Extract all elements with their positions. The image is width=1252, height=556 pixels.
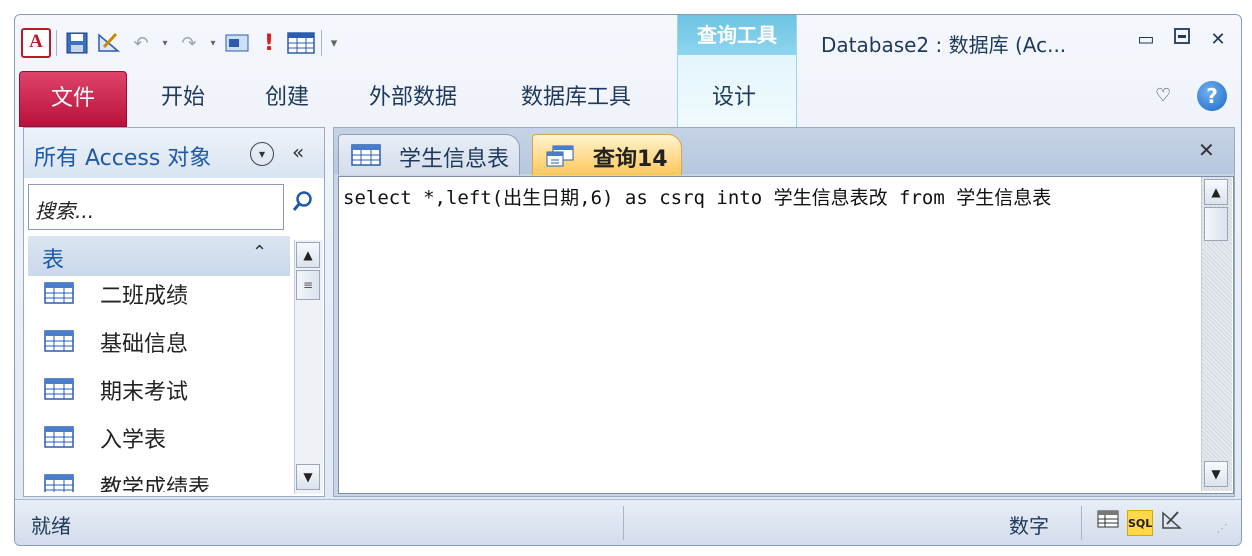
search-icon[interactable] — [286, 184, 320, 228]
help-icon[interactable]: ? — [1197, 81, 1227, 111]
sql-text[interactable]: select *,left(出生日期,6) as csrq into 学生信息表… — [343, 183, 1051, 210]
ribbon-tabs: 文件 开始 创建 外部数据 数据库工具 设计 ♡ ? — [15, 71, 1241, 127]
access-window: A ↶ ▾ ↷ ▾ ! ▾ 查询工具 Database2: 数据库 (Ac..… — [14, 14, 1242, 546]
tab-home[interactable]: 开始 — [161, 71, 205, 125]
scroll-thumb[interactable] — [1204, 207, 1228, 241]
document-area: 学生信息表 查询14 ✕ select *,left(出生日期,6) as cs… — [333, 127, 1235, 497]
tab-design[interactable]: 设计 — [712, 71, 756, 125]
nav-item-table[interactable]: 二班成绩 — [28, 276, 290, 320]
sql-editor[interactable]: select *,left(出生日期,6) as csrq into 学生信息表… — [338, 176, 1234, 494]
tab-external-data[interactable]: 外部数据 — [369, 71, 457, 125]
undo-dropdown-icon[interactable]: ▾ — [158, 38, 172, 49]
table-icon[interactable] — [286, 28, 316, 58]
redo-icon[interactable]: ↷ — [174, 28, 204, 58]
nav-search-input[interactable]: 搜索... — [28, 184, 284, 230]
query-icon — [546, 145, 574, 167]
table-icon — [44, 378, 74, 400]
group-collapse-icon[interactable]: ⌃ — [252, 242, 267, 263]
nav-item-label: 二班成绩 — [100, 284, 189, 309]
doc-tab-label: 学生信息表 — [399, 147, 510, 172]
datasheet-view-icon[interactable] — [1095, 510, 1121, 536]
navigation-pane: 所有 Access 对象 ▾ « 搜索... 表 ⌃ 二班成绩 基础信息 期末考… — [23, 127, 325, 497]
customize-icon[interactable]: ▾ — [327, 36, 341, 51]
editor-scrollbar[interactable]: ▲ ▼ — [1201, 177, 1232, 491]
close-document-icon[interactable]: ✕ — [1198, 138, 1215, 162]
title-bar: A ↶ ▾ ↷ ▾ ! ▾ 查询工具 Database2: 数据库 (Ac..… — [15, 15, 1241, 127]
nav-item-label: 入学表 — [100, 428, 167, 453]
nav-pane-title: 所有 Access 对象 — [34, 146, 212, 171]
close-button[interactable]: ✕ — [1205, 27, 1231, 53]
save-icon[interactable] — [62, 28, 92, 58]
nav-item-table[interactable]: 入学表 — [28, 420, 290, 464]
design-icon[interactable] — [94, 28, 124, 58]
nav-item-label: 期末考试 — [100, 380, 189, 405]
redo-dropdown-icon[interactable]: ▾ — [206, 38, 220, 49]
run-icon[interactable]: ! — [254, 28, 284, 58]
view-icon[interactable] — [222, 28, 252, 58]
scroll-thumb[interactable]: ≡ — [296, 270, 320, 300]
doc-tab-label: 查询14 — [593, 147, 668, 172]
document-tabs: 学生信息表 查询14 ✕ — [334, 128, 1234, 175]
nav-item-label: 教学成绩表 — [100, 476, 211, 492]
tab-database-tools[interactable]: 数据库工具 — [521, 71, 631, 125]
minimize-button[interactable]: ▭ — [1133, 27, 1159, 53]
window-title: Database2 : 数据库 (Ac... — [821, 33, 1067, 57]
status-text: 就绪 — [31, 514, 71, 538]
doc-tab-table[interactable]: 学生信息表 — [338, 134, 520, 175]
nav-pane-header[interactable]: 所有 Access 对象 ▾ « — [24, 128, 324, 178]
num-lock-indicator: 数字 — [1009, 514, 1049, 538]
quick-access-toolbar: A ↶ ▾ ↷ ▾ ! ▾ — [21, 27, 341, 59]
scroll-up-icon[interactable]: ▲ — [296, 242, 320, 268]
nav-item-table[interactable]: 教学成绩表 — [28, 468, 290, 492]
table-icon — [44, 474, 74, 492]
tab-create[interactable]: 创建 — [265, 71, 309, 125]
nav-group-label: 表 — [42, 248, 65, 273]
table-icon — [44, 282, 74, 304]
sql-view-button[interactable]: SQL — [1127, 510, 1153, 536]
nav-item-table[interactable]: 期末考试 — [28, 372, 290, 416]
nav-item-label: 基础信息 — [100, 332, 189, 357]
scroll-down-icon[interactable]: ▼ — [296, 464, 320, 490]
doc-tab-query[interactable]: 查询14 — [532, 134, 682, 175]
tab-file[interactable]: 文件 — [19, 71, 127, 127]
status-bar: 就绪 数字 SQL ⋰ — [15, 499, 1241, 545]
undo-icon[interactable]: ↶ — [126, 28, 156, 58]
context-group-label: 查询工具 — [678, 15, 796, 55]
restore-button[interactable] — [1169, 27, 1195, 53]
scroll-up-icon[interactable]: ▲ — [1204, 179, 1228, 205]
nav-item-table[interactable]: 基础信息 — [28, 324, 290, 368]
table-icon — [44, 330, 74, 352]
table-icon — [351, 144, 381, 166]
nav-group-tables[interactable]: 表 ⌃ — [28, 236, 290, 276]
table-icon — [44, 426, 74, 448]
nav-menu-chevron-icon[interactable]: ▾ — [250, 142, 274, 166]
scroll-down-icon[interactable]: ▼ — [1204, 461, 1228, 487]
design-view-icon[interactable] — [1159, 510, 1185, 536]
ribbon-minimize-icon[interactable]: ♡ — [1155, 85, 1171, 106]
nav-collapse-icon[interactable]: « — [292, 140, 304, 164]
nav-scrollbar[interactable]: ▲ ≡ ▼ — [294, 240, 323, 494]
search-placeholder: 搜索... — [35, 199, 95, 223]
nav-object-list: 二班成绩 基础信息 期末考试 入学表 教学成绩表 — [28, 276, 290, 492]
resize-grip-icon[interactable]: ⋰ — [1209, 516, 1235, 542]
access-app-icon[interactable]: A — [21, 28, 51, 58]
